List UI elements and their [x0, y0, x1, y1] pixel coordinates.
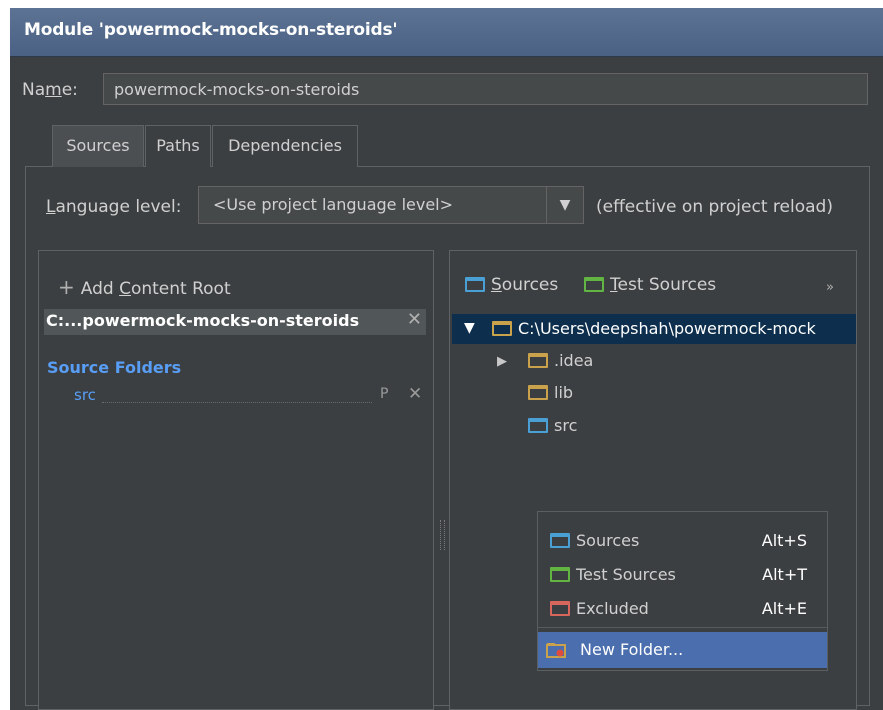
- collapsed-arrow-icon[interactable]: ▶: [497, 354, 507, 369]
- tab-dependencies[interactable]: Dependencies: [212, 125, 358, 167]
- source-folders-heading: Source Folders: [47, 358, 182, 377]
- mark-as-sources-button[interactable]: Sources: [465, 275, 558, 295]
- folder-icon: [528, 385, 548, 400]
- tree-root-label: C:\Users\deepshah\powermock-mock: [518, 319, 816, 338]
- folder-icon: [465, 277, 485, 292]
- panel-splitter[interactable]: [440, 520, 445, 550]
- chevron-down-icon[interactable]: ▼: [546, 187, 583, 223]
- name-input[interactable]: powermock-mocks-on-steroids: [103, 73, 868, 105]
- content-root-path: C:...powermock-mocks-on-steroids: [46, 311, 360, 330]
- folder-icon: [492, 321, 512, 336]
- folder-icon: [550, 567, 570, 582]
- language-level-note: (effective on project reload): [596, 197, 833, 217]
- folder-icon: [528, 353, 548, 368]
- dialog-title: Module 'powermock-mocks-on-steroids': [24, 20, 398, 40]
- folder-icon: [550, 601, 570, 616]
- folder-icon: [550, 533, 570, 548]
- menu-item-new-folder[interactable]: New Folder...: [538, 632, 827, 668]
- language-level-combo[interactable]: <Use project language level> ▼: [198, 186, 584, 224]
- name-label: Name:: [22, 80, 78, 100]
- tree-node-lib[interactable]: lib: [528, 383, 573, 402]
- new-folder-icon: [546, 643, 566, 658]
- tab-paths[interactable]: Paths: [145, 125, 211, 167]
- leader-dots: [102, 402, 372, 403]
- add-content-root-button[interactable]: + Add Content Root: [58, 275, 231, 299]
- language-level-label: Language level:: [46, 197, 182, 217]
- remove-icon[interactable]: ✕: [408, 384, 422, 404]
- menu-item-sources[interactable]: Sources Alt+S: [538, 524, 827, 558]
- content-root-header[interactable]: C:...powermock-mocks-on-steroids ✕: [44, 309, 426, 335]
- mark-as-test-sources-button[interactable]: Test Sources: [584, 275, 716, 295]
- close-icon[interactable]: ✕: [407, 309, 422, 330]
- language-level-value: <Use project language level>: [213, 195, 454, 214]
- menu-item-test-sources[interactable]: Test Sources Alt+T: [538, 558, 827, 592]
- dialog-title-bar[interactable]: Module 'powermock-mocks-on-steroids': [10, 8, 883, 57]
- expanded-arrow-icon[interactable]: ▼: [464, 320, 475, 336]
- folder-icon: [584, 277, 604, 292]
- context-menu: Sources Alt+S Test Sources Alt+T Exclude…: [537, 511, 828, 671]
- menu-separator: [538, 627, 827, 628]
- shortcut-label: Alt+T: [762, 565, 807, 584]
- properties-icon[interactable]: P: [380, 386, 388, 402]
- tree-node-src[interactable]: src: [528, 416, 577, 435]
- folder-icon: [528, 418, 548, 433]
- shortcut-label: Alt+E: [761, 599, 807, 618]
- tab-sources[interactable]: Sources: [52, 125, 144, 167]
- more-icon[interactable]: »: [826, 280, 834, 295]
- tree-root-node[interactable]: ▼ C:\Users\deepshah\powermock-mock: [452, 314, 856, 344]
- tree-node-idea[interactable]: .idea: [528, 351, 593, 370]
- menu-item-excluded[interactable]: Excluded Alt+E: [538, 592, 827, 626]
- shortcut-label: Alt+S: [761, 531, 807, 550]
- plus-icon: +: [58, 275, 75, 299]
- source-folder-item[interactable]: src: [74, 386, 96, 404]
